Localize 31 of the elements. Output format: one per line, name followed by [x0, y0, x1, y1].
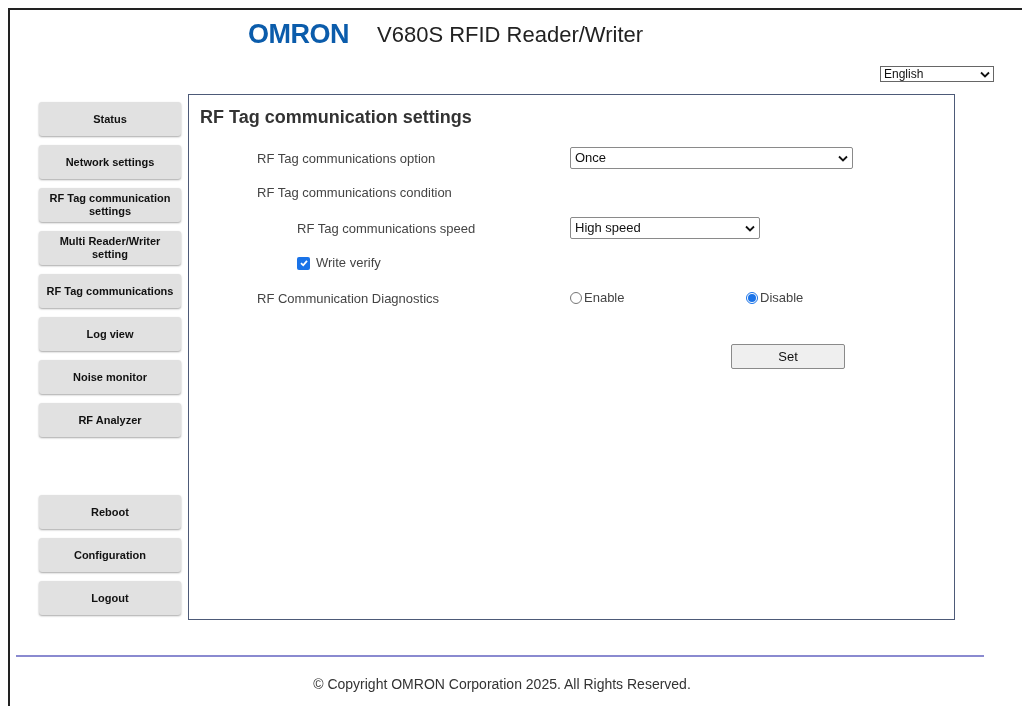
app-title: V680S RFID Reader/Writer	[377, 20, 644, 49]
nav-button[interactable]: Noise monitor	[39, 360, 181, 394]
copyright-text: © Copyright OMRON Corporation 2025. All Rights Reserved.	[313, 675, 691, 694]
nav-button[interactable]: Status	[39, 102, 181, 136]
nav-button[interactable]: RF Tag communications	[39, 274, 181, 308]
chevron-down-icon	[745, 224, 755, 232]
nav-button[interactable]: Multi Reader/Writer setting	[39, 231, 181, 265]
checkbox-label: Write verify	[316, 254, 381, 273]
nav-button[interactable]: RF Analyzer	[39, 403, 181, 437]
nav-button[interactable]: Network settings	[39, 145, 181, 179]
field-label: RF Tag communications condition	[257, 184, 452, 203]
nav-button[interactable]: Reboot	[39, 495, 181, 529]
nav-button[interactable]: Logout	[39, 581, 181, 615]
checkbox[interactable]	[297, 256, 310, 270]
field-label: RF Tag communications speed	[296, 221, 476, 236]
dropdown[interactable]: High speed	[570, 217, 760, 239]
chevron-down-icon	[838, 154, 848, 162]
field-label: RF Tag communications option	[257, 151, 436, 166]
chevron-down-icon	[980, 70, 990, 78]
language-dropdown[interactable]: English	[880, 66, 994, 82]
radio-button[interactable]	[746, 292, 758, 304]
nav-button[interactable]: Configuration	[39, 538, 181, 572]
set-button[interactable]: Set	[731, 344, 845, 370]
panel-title: RF Tag communication settings	[200, 106, 473, 129]
nav-button[interactable]: RF Tag communication settings	[39, 188, 181, 222]
omron-logo: OMRON	[248, 20, 349, 48]
nav-button[interactable]: Log view	[39, 317, 181, 351]
field-label: RF Communication Diagnostics	[257, 291, 440, 306]
dropdown[interactable]: Once	[570, 147, 853, 169]
radio-label: Disable	[760, 289, 804, 308]
radio-label: Enable	[584, 289, 625, 308]
